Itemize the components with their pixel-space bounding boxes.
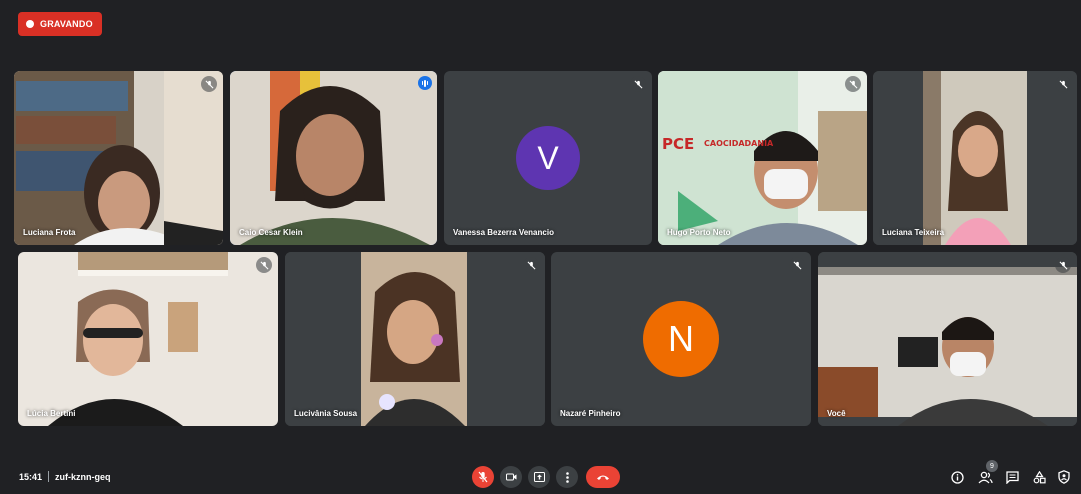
mic-off-icon <box>201 76 217 92</box>
participant-tile[interactable]: Lúcia Bertini <box>18 252 278 426</box>
meeting-code: zuf-kznn-geq <box>55 471 111 482</box>
mic-off-icon <box>630 76 646 92</box>
participant-tile-self[interactable]: Você <box>818 252 1077 426</box>
mic-off-icon <box>1055 257 1071 273</box>
mic-off-icon <box>523 257 539 273</box>
participant-tile[interactable]: Luciana Teixeira <box>873 71 1077 245</box>
activities-button[interactable] <box>1031 469 1047 485</box>
participant-tile[interactable]: Lucivânia Sousa <box>285 252 545 426</box>
participant-video <box>818 252 1077 426</box>
participant-name: Hugo Porto Neto <box>667 228 731 237</box>
wall-sign-subtext: CAOCIDADANIA <box>704 139 774 148</box>
mic-off-icon <box>478 471 488 483</box>
activities-icon <box>1033 470 1046 483</box>
present-now-button[interactable] <box>528 466 550 488</box>
participant-avatar: N <box>643 301 719 377</box>
show-everyone-button[interactable] <box>977 469 993 485</box>
chat-icon <box>1005 470 1019 484</box>
camera-icon <box>505 473 516 481</box>
participant-video <box>873 71 1077 245</box>
people-icon <box>978 471 993 483</box>
mic-off-icon <box>1055 76 1071 92</box>
participant-video <box>230 71 437 245</box>
participant-name: Nazaré Pinheiro <box>560 409 621 418</box>
divider <box>48 471 50 482</box>
participant-name: Luciana Frota <box>23 228 76 237</box>
participant-tile[interactable]: V Vanessa Bezerra Venancio <box>444 71 652 245</box>
host-controls-button[interactable] <box>1056 469 1072 485</box>
participant-tile[interactable]: N Nazaré Pinheiro <box>551 252 811 426</box>
leave-call-button[interactable] <box>586 466 620 488</box>
mic-off-icon <box>845 76 861 92</box>
participant-avatar: V <box>516 126 580 190</box>
participant-name: Você <box>827 409 846 418</box>
record-dot-icon <box>26 20 34 28</box>
participant-name: Caio Cesar Klein <box>239 228 303 237</box>
speaking-indicator-icon <box>418 76 432 90</box>
recording-badge: GRAVANDO <box>18 12 102 36</box>
meet-screen: GRAVANDO Luciana Frota Caio Cesar Klein … <box>6 4 1077 490</box>
mic-off-icon <box>789 257 805 273</box>
hang-up-icon <box>597 475 609 480</box>
clock-time: 15:41 <box>19 471 43 482</box>
meeting-details-button[interactable] <box>949 469 965 485</box>
host-controls-icon <box>1058 470 1070 484</box>
more-options-button[interactable] <box>556 466 578 488</box>
camera-toggle-button[interactable] <box>500 466 522 488</box>
participant-video <box>285 252 545 426</box>
info-icon <box>950 470 964 484</box>
recording-label: GRAVANDO <box>40 19 93 29</box>
chat-button[interactable] <box>1004 469 1020 485</box>
participant-video <box>14 71 223 245</box>
participant-video <box>658 71 867 245</box>
meeting-info: 15:41 zuf-kznn-geq <box>19 471 111 482</box>
participant-name: Vanessa Bezerra Venancio <box>453 228 554 237</box>
participant-tile[interactable]: PCE CAOCIDADANIA Hugo Porto Neto <box>658 71 867 245</box>
present-icon <box>533 472 545 482</box>
mic-off-icon <box>256 257 272 273</box>
more-options-icon <box>565 471 569 483</box>
participant-video <box>18 252 278 426</box>
participant-name: Luciana Teixeira <box>882 228 945 237</box>
participant-tile-active-speaker[interactable]: Caio Cesar Klein <box>230 71 437 245</box>
participant-name: Lúcia Bertini <box>27 409 76 418</box>
participant-tile[interactable]: Luciana Frota <box>14 71 223 245</box>
participant-name: Lucivânia Sousa <box>294 409 358 418</box>
microphone-toggle-button[interactable] <box>472 466 494 488</box>
wall-sign-text: PCE <box>662 135 695 153</box>
